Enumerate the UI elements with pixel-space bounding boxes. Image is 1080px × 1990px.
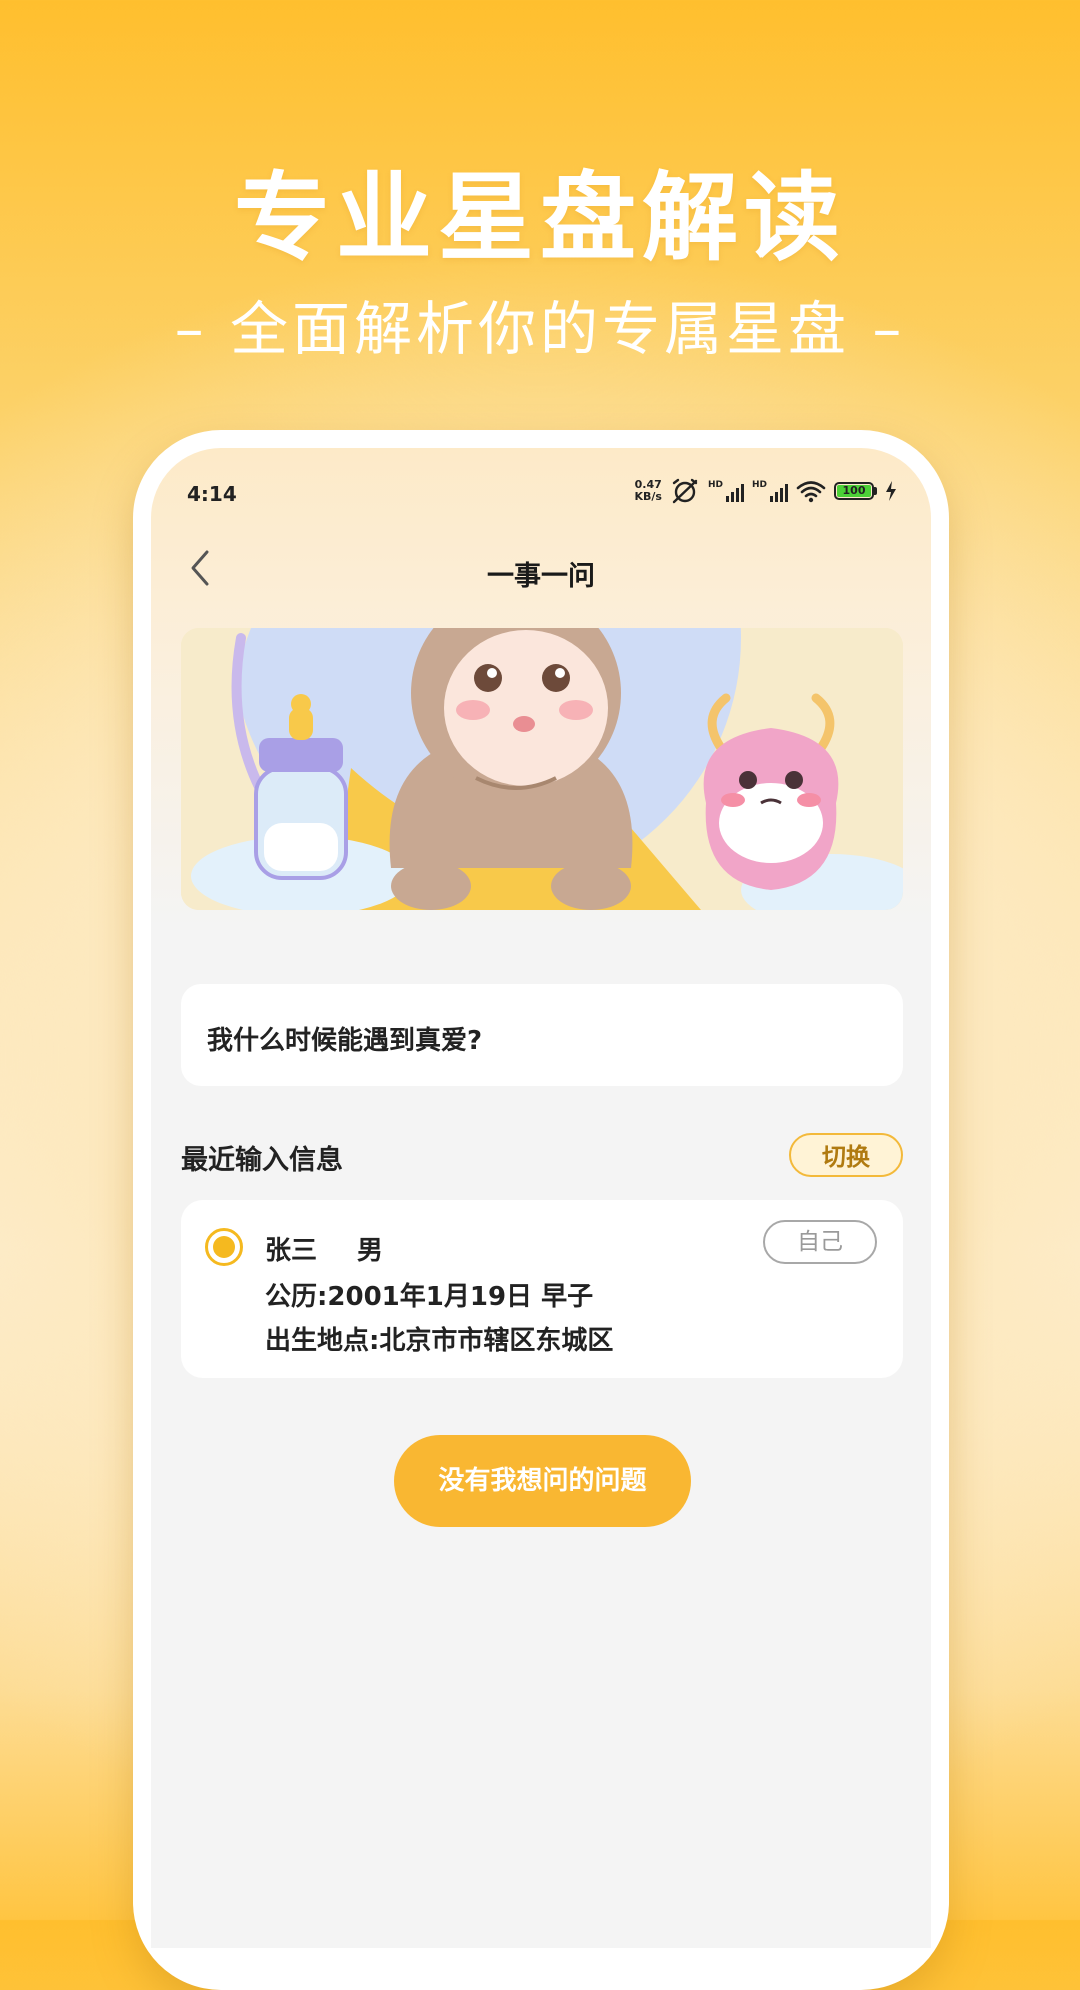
wifi-icon [796, 481, 826, 503]
banner-illustration [181, 628, 903, 910]
status-bar: 4:14 0.47 KB/s HD HD 100 [151, 448, 931, 528]
profile-radio[interactable] [205, 1228, 243, 1266]
promo-subtitle: – 全面解析你的专属星盘 – [174, 295, 906, 363]
profile-card[interactable]: 张三 男 公历:2001年1月19日 早子 出生地点:北京市市辖区东城区 自己 [181, 1200, 903, 1378]
question-text: 我什么时候能遇到真爱? [207, 1026, 483, 1056]
no-question-button[interactable]: 没有我想问的问题 [394, 1435, 691, 1527]
signal-icon-2: HD [752, 480, 788, 502]
promo-title: 专业星盘解读 [234, 162, 846, 274]
battery-level: 100 [837, 485, 871, 497]
recent-info-title: 最近输入信息 [181, 1145, 343, 1176]
hd-label: HD [707, 480, 723, 490]
profile-birth-date: 公历:2001年1月19日 早子 [265, 1282, 594, 1312]
question-card[interactable]: 我什么时候能遇到真爱? [181, 984, 903, 1086]
profile-birth-place: 出生地点:北京市市辖区东城区 [265, 1326, 614, 1356]
status-icons: 0.47 KB/s HD HD 100 [634, 478, 897, 504]
profile-gender: 男 [357, 1236, 384, 1266]
signal-icon-1: HD [708, 480, 744, 502]
network-speed-unit: KB/s [634, 490, 662, 503]
alarm-off-icon [672, 478, 698, 504]
hd-label: HD [751, 480, 767, 490]
charging-icon [886, 481, 896, 501]
app-screen: 4:14 0.47 KB/s HD HD 100 一事一问 我什么时候能遇到真爱… [151, 448, 931, 1948]
switch-button[interactable]: 切换 [789, 1133, 903, 1177]
status-time: 4:14 [187, 482, 237, 506]
self-tag: 自己 [763, 1220, 877, 1264]
network-speed: 0.47 KB/s [634, 479, 661, 503]
page-title: 一事一问 [487, 561, 595, 592]
profile-name: 张三 [265, 1236, 318, 1266]
battery-icon: 100 [834, 482, 877, 500]
